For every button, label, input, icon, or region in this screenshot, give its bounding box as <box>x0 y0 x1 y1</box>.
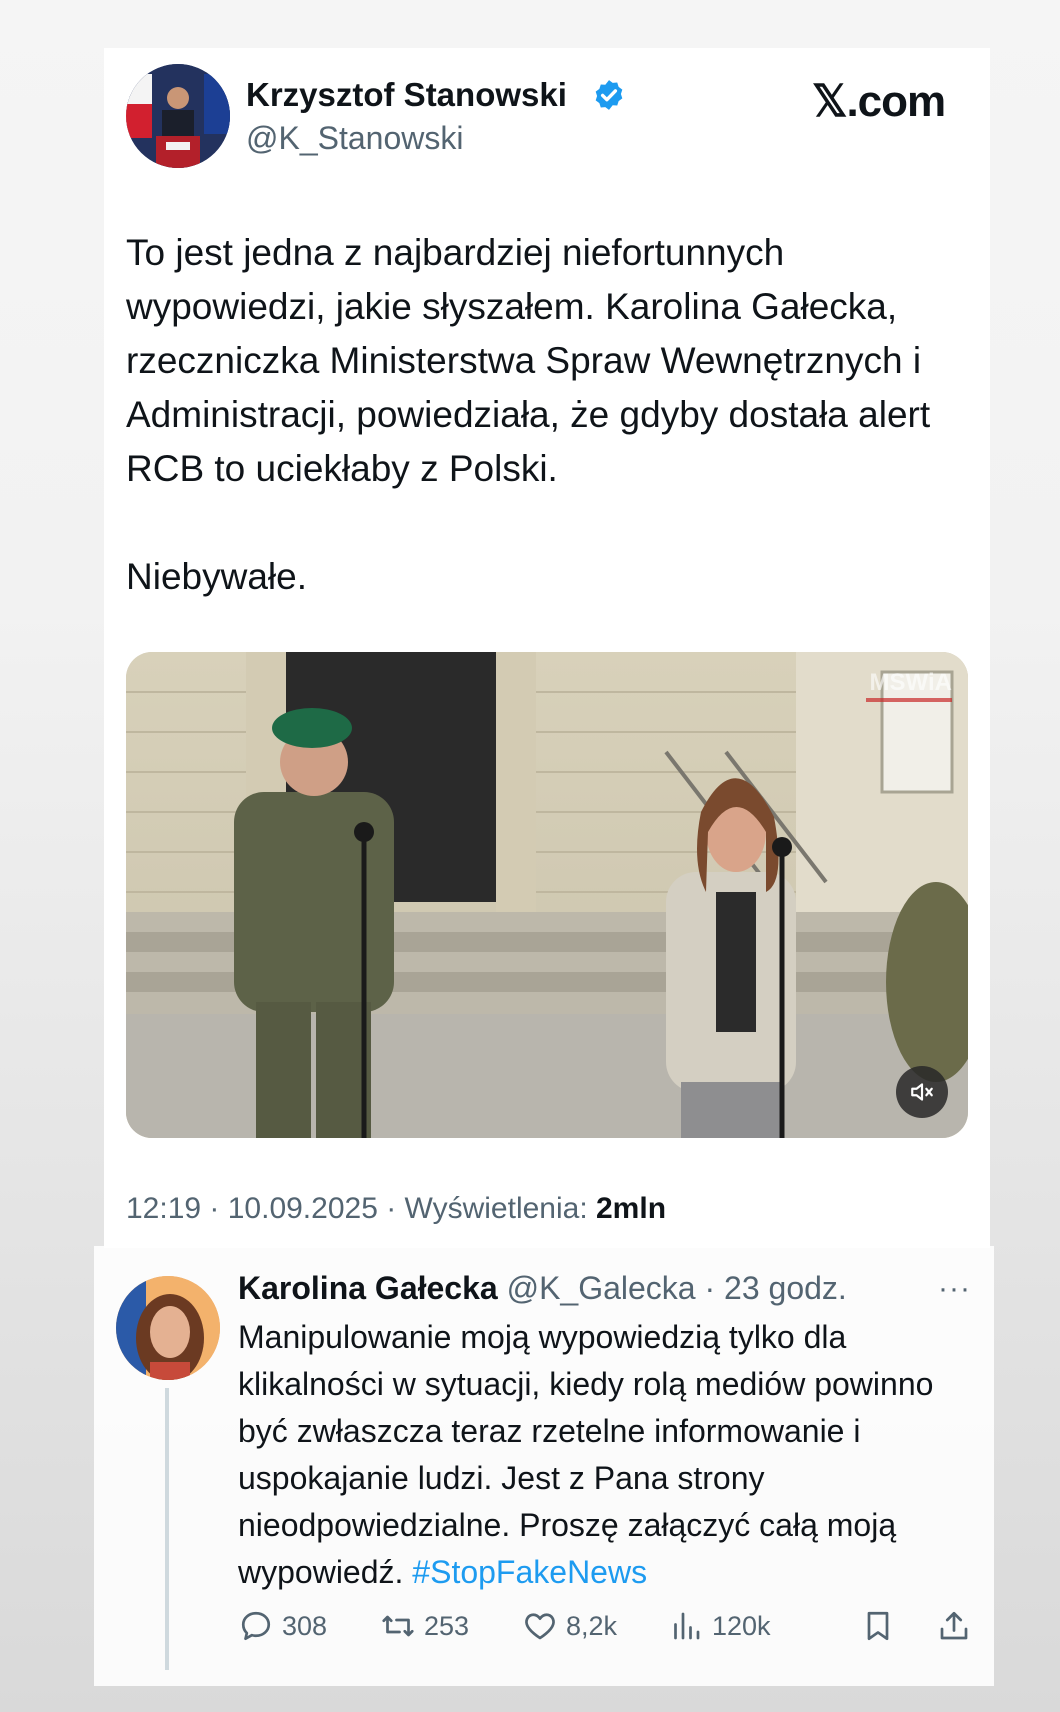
mute-button[interactable] <box>896 1066 948 1118</box>
reply-count: 308 <box>282 1610 328 1641</box>
thread-line <box>165 1388 169 1670</box>
reply-handle[interactable]: @K_Galecka <box>507 1270 696 1306</box>
reply-time[interactable]: · 23 godz. <box>704 1270 846 1306</box>
volume-muted-icon <box>911 1083 933 1101</box>
like-count: 8,2k <box>566 1610 618 1641</box>
reply-avatar[interactable] <box>116 1276 220 1380</box>
reply-button[interactable]: 308 <box>238 1608 327 1644</box>
reply-header: Karolina Gałecka @K_Galecka · 23 godz. <box>238 1270 847 1307</box>
tweet-meta: 12:19 · 10.09.2025 · Wyświetlenia: 2mln <box>126 1192 666 1226</box>
analytics-icon <box>674 1612 700 1640</box>
author-avatar[interactable] <box>126 64 230 168</box>
reply-icon <box>241 1611 271 1641</box>
reply-text: Manipulowanie moją wypowiedzią tylko dla… <box>238 1314 978 1596</box>
hashtag-link[interactable]: #StopFakeNews <box>412 1554 647 1590</box>
tweet-paragraph: To jest jedna z najbardziej niefortunnyc… <box>126 232 931 489</box>
share-button[interactable] <box>936 1608 980 1644</box>
like-button[interactable]: 8,2k <box>522 1608 617 1644</box>
reply-author-name[interactable]: Karolina Gałecka <box>238 1270 498 1306</box>
views-count: 120k <box>712 1610 771 1641</box>
share-icon <box>940 1611 968 1640</box>
verified-badge-icon <box>592 78 626 112</box>
tweet-timestamp[interactable]: 12:19 · 10.09.2025 · Wyświetlenia: <box>126 1192 596 1225</box>
tweet-text: To jest jedna z najbardziej niefortunnyc… <box>126 226 976 604</box>
view-count: 2mln <box>596 1192 667 1225</box>
more-options-icon[interactable]: ··· <box>938 1272 971 1306</box>
author-name[interactable]: Krzysztof Stanowski <box>246 76 567 114</box>
author-handle[interactable]: @K_Stanowski <box>246 120 463 157</box>
media-watermark: MSWiA <box>870 669 952 696</box>
bookmark-button[interactable] <box>860 1608 904 1644</box>
views-button[interactable]: 120k <box>668 1608 771 1644</box>
bookmark-icon <box>867 1611 889 1641</box>
tweet-paragraph: Niebywałe. <box>126 556 307 597</box>
repost-count: 253 <box>424 1610 470 1641</box>
x-logo: 𝕏.com <box>812 77 946 126</box>
heart-icon <box>525 1613 555 1640</box>
repost-icon <box>382 1615 414 1637</box>
reply-actions: 308 253 8,2k 120k <box>238 1608 978 1652</box>
tweet-video[interactable]: MSWiA <box>126 652 968 1138</box>
reply-body: Manipulowanie moją wypowiedzią tylko dla… <box>238 1319 934 1590</box>
repost-button[interactable]: 253 <box>380 1608 469 1644</box>
